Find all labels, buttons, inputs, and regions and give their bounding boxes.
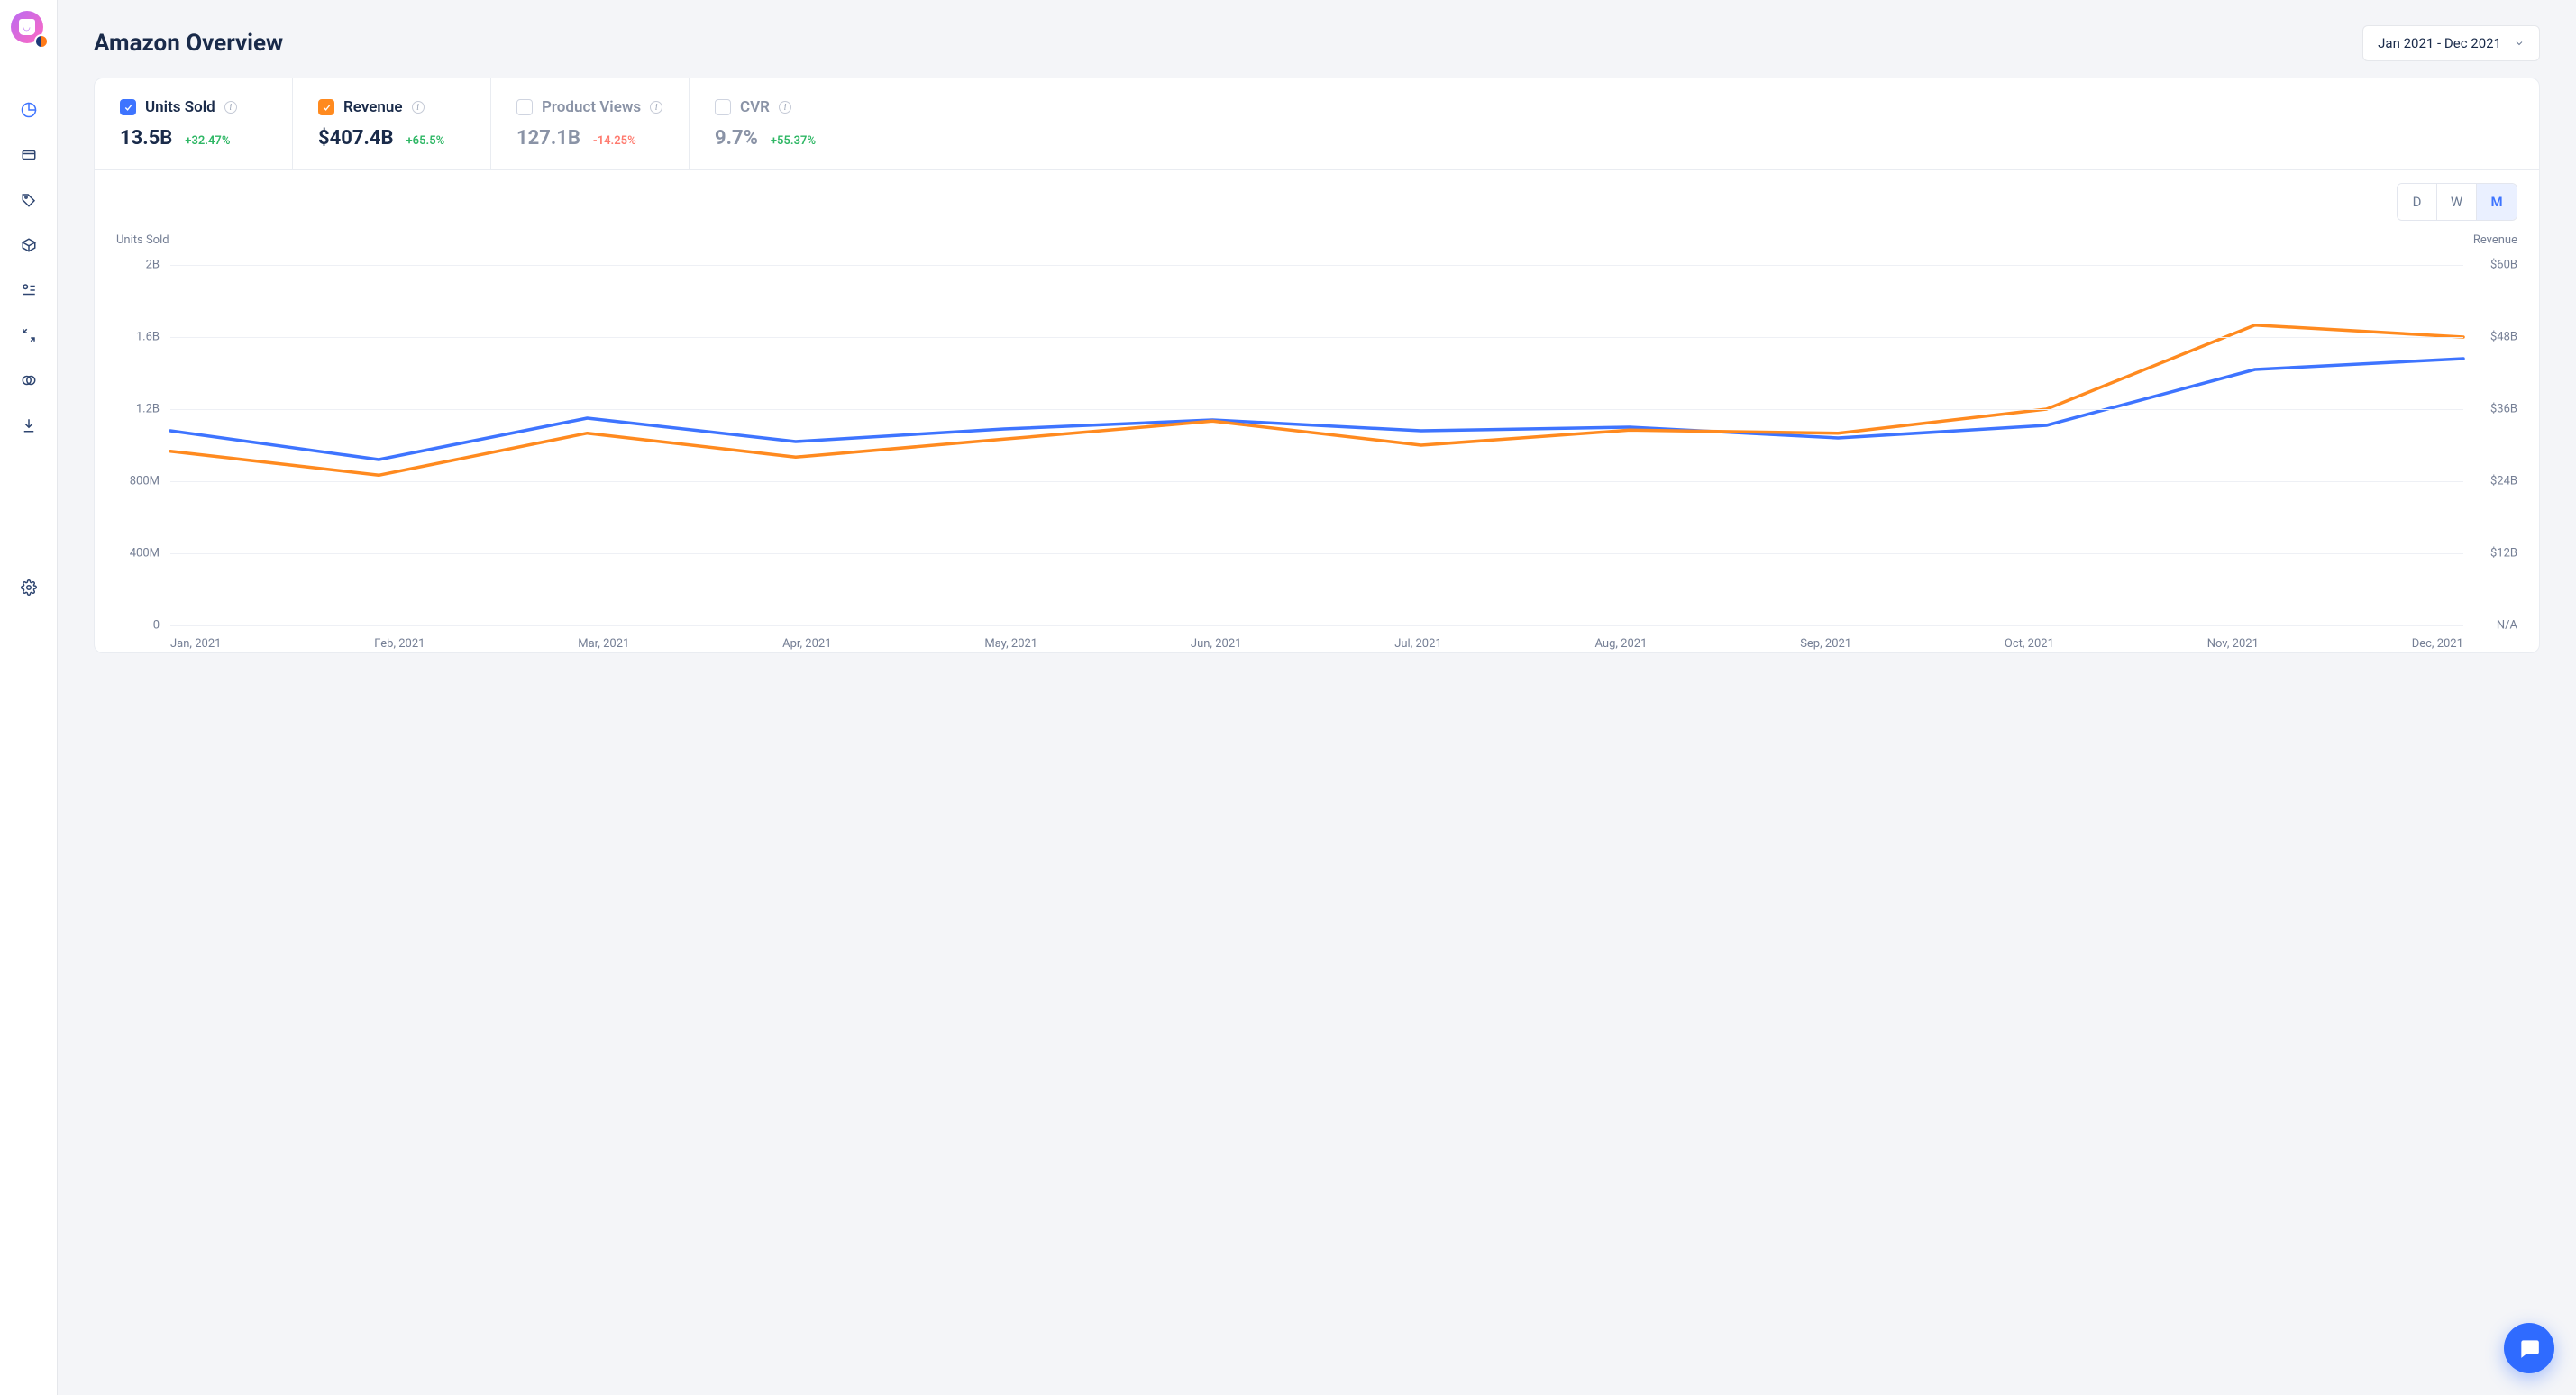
y-tick-left: 0 <box>116 619 160 633</box>
gridline <box>170 625 2463 626</box>
metric-checkbox[interactable] <box>318 99 334 115</box>
arrows-collapse-icon <box>21 327 37 343</box>
metric-delta: +65.5% <box>406 134 445 148</box>
x-tick: Dec, 2021 <box>2412 637 2463 651</box>
metric-checkbox[interactable] <box>120 99 136 115</box>
metric-label: CVR <box>740 98 770 116</box>
granularity-M[interactable]: M <box>2477 184 2517 220</box>
pie-chart-icon <box>21 102 37 118</box>
header: Amazon Overview Jan 2021 - Dec 2021 <box>58 0 2576 78</box>
app-logo: ◡ <box>11 11 47 47</box>
metric-value: 13.5B <box>120 127 172 150</box>
metric-label: Product Views <box>542 98 641 116</box>
x-tick: Sep, 2021 <box>1800 637 1851 651</box>
card-icon <box>21 147 37 163</box>
y-tick-left: 800M <box>116 475 160 488</box>
granularity-W[interactable]: W <box>2437 184 2477 220</box>
x-tick: Mar, 2021 <box>578 637 629 651</box>
gridline <box>170 337 2463 338</box>
date-range-text: Jan 2021 - Dec 2021 <box>2378 35 2501 51</box>
gridline <box>170 265 2463 266</box>
x-axis-labels: Jan, 2021 Feb, 2021 Mar, 2021 Apr, 2021 May,… <box>170 637 2463 651</box>
metric-checkbox[interactable] <box>516 99 533 115</box>
metric-delta: +55.37% <box>771 134 816 148</box>
nav-download[interactable] <box>11 407 47 443</box>
download-icon <box>21 417 37 433</box>
x-tick: Apr, 2021 <box>782 637 831 651</box>
metric-revenue[interactable]: Revenue i $407.4B +65.5% <box>293 78 491 169</box>
y-tick-left: 2B <box>116 259 160 272</box>
y-tick-right: $48B <box>2490 331 2517 344</box>
gridline <box>170 481 2463 482</box>
metric-value: 127.1B <box>516 127 580 150</box>
granularity-D[interactable]: D <box>2398 184 2437 220</box>
metric-checkbox[interactable] <box>715 99 731 115</box>
sidebar: ◡ <box>0 0 58 1395</box>
nav-box[interactable] <box>11 227 47 263</box>
page-title: Amazon Overview <box>94 30 283 57</box>
list-search-icon <box>21 282 37 298</box>
info-icon[interactable]: i <box>650 101 662 114</box>
box-icon <box>21 237 37 253</box>
nav-settings[interactable] <box>11 570 47 606</box>
metric-delta: -14.25% <box>593 134 636 148</box>
date-range-picker[interactable]: Jan 2021 - Dec 2021 <box>2362 25 2540 61</box>
gear-icon <box>21 579 37 596</box>
x-tick: Jan, 2021 <box>170 637 221 651</box>
info-icon[interactable]: i <box>412 101 425 114</box>
series-revenue <box>170 325 2463 476</box>
metrics-row: Units Sold i 13.5B +32.47% Revenue i $407.4B +6… <box>95 78 2539 170</box>
gridline <box>170 409 2463 410</box>
gridline <box>170 553 2463 554</box>
chart: Jan, 2021Feb, 2021Mar, 2021Apr, 2021May,… <box>116 265 2517 625</box>
x-tick: May, 2021 <box>984 637 1037 651</box>
metric-label: Units Sold <box>145 98 215 116</box>
metric-product_views[interactable]: Product Views i 127.1B -14.25% <box>491 78 690 169</box>
metric-cvr[interactable]: CVR i 9.7% +55.37% <box>690 78 888 169</box>
overview-card: Units Sold i 13.5B +32.47% Revenue i $407.4B +6… <box>94 78 2540 653</box>
nav-compare[interactable] <box>11 317 47 353</box>
x-tick: Nov, 2021 <box>2207 637 2259 651</box>
y-tick-right: $24B <box>2490 475 2517 488</box>
tag-icon <box>21 192 37 208</box>
plot-area <box>170 265 2463 625</box>
x-tick: Jun, 2021 <box>1191 637 1242 651</box>
y-tick-left: 1.2B <box>116 403 160 416</box>
x-tick: Jul, 2021 <box>1394 637 1442 651</box>
info-icon[interactable]: i <box>224 101 237 114</box>
metric-value: $407.4B <box>318 127 394 150</box>
metric-value: 9.7% <box>715 127 758 150</box>
metric-delta: +32.47% <box>185 134 230 148</box>
right-axis-title: Revenue <box>2473 233 2517 247</box>
granularity-selector: DWM <box>2397 183 2517 221</box>
main: Amazon Overview Jan 2021 - Dec 2021 Unit… <box>58 0 2576 1395</box>
y-tick-right: $12B <box>2490 547 2517 561</box>
nav-card[interactable] <box>11 137 47 173</box>
chat-launcher[interactable] <box>2504 1323 2554 1373</box>
chevron-down-icon <box>2514 38 2525 49</box>
y-tick-right: $36B <box>2490 403 2517 416</box>
y-tick-left: 1.6B <box>116 331 160 344</box>
x-tick: Feb, 2021 <box>374 637 425 651</box>
nav-list[interactable] <box>11 272 47 308</box>
metric-label: Revenue <box>343 98 403 116</box>
left-axis-title: Units Sold <box>116 233 169 247</box>
nav-venn[interactable] <box>11 362 47 398</box>
chart-panel: DWM Units Sold Revenue Jan, 2021 Feb, 202… <box>95 170 2539 652</box>
nav-tag[interactable] <box>11 182 47 218</box>
metric-units_sold[interactable]: Units Sold i 13.5B +32.47% <box>95 78 293 169</box>
y-tick-left: 400M <box>116 547 160 561</box>
info-icon[interactable]: i <box>779 101 791 114</box>
chat-icon <box>2517 1336 2541 1360</box>
nav-dashboard[interactable] <box>11 92 47 128</box>
venn-icon <box>21 372 37 388</box>
y-tick-right: $60B <box>2490 259 2517 272</box>
y-tick-right: N/A <box>2497 619 2517 633</box>
x-tick: Oct, 2021 <box>2005 637 2054 651</box>
x-tick: Aug, 2021 <box>1595 637 1648 651</box>
